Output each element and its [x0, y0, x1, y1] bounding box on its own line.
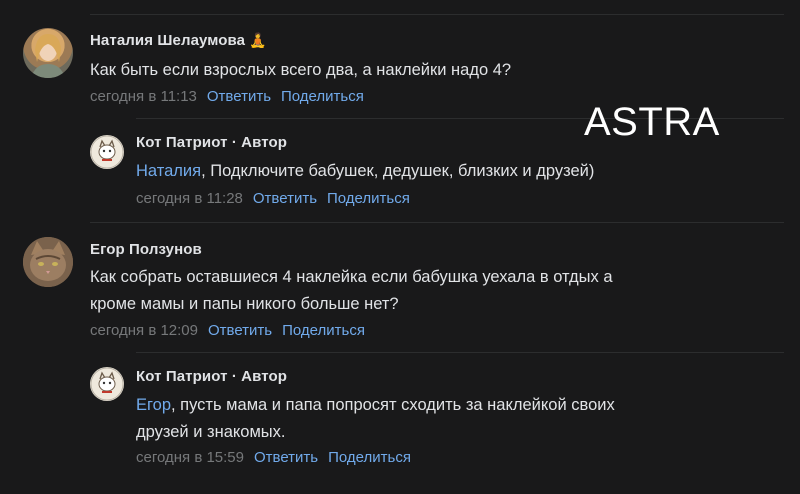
share-button[interactable]: Поделиться: [328, 449, 411, 466]
author-name[interactable]: Егор Ползунов: [90, 241, 202, 258]
cat-photo-icon: [23, 237, 73, 287]
author-avatar[interactable]: [90, 135, 124, 169]
comment-meta: сегодня в 11:28 Ответить Поделиться: [136, 190, 410, 207]
comment-time[interactable]: сегодня в 11:28: [136, 190, 243, 207]
reply-button[interactable]: Ответить: [208, 322, 272, 339]
comment-time[interactable]: сегодня в 12:09: [90, 322, 198, 339]
comment-text-line: Как собрать оставшиеся 4 наклейка если б…: [90, 268, 613, 286]
comment-author[interactable]: Кот Патриот · Автор: [136, 134, 287, 151]
comment-meta: сегодня в 15:59 Ответить Поделиться: [136, 449, 411, 466]
avatar[interactable]: [23, 28, 73, 78]
mention-link[interactable]: Егор: [136, 396, 171, 414]
comment-text: Как быть если взрослых всего два, а накл…: [90, 57, 511, 84]
cat-logo-icon: [90, 135, 124, 169]
comment-text-content: Как быть если взрослых всего два, а накл…: [90, 61, 512, 79]
comment-text-line: кроме мамы и папы никого больше нет?: [90, 295, 399, 313]
avatar[interactable]: [23, 237, 73, 287]
reply-button[interactable]: Ответить: [207, 88, 271, 105]
comment-meta: сегодня в 12:09 Ответить Поделиться: [90, 322, 365, 339]
meditation-emoji-icon: 🧘: [249, 32, 267, 48]
author-name[interactable]: Кот Патриот · Автор: [136, 368, 287, 385]
comment-time[interactable]: сегодня в 11:13: [90, 88, 197, 105]
comment-text-line: друзей и знакомых.: [136, 423, 286, 441]
comment-text: Наталия, Подключите бабушек, дедушек, бл…: [136, 158, 594, 185]
comment-time[interactable]: сегодня в 15:59: [136, 449, 244, 466]
watermark-text: ASTRA: [584, 100, 720, 144]
comment-author[interactable]: Егор Ползунов: [90, 241, 202, 258]
share-button[interactable]: Поделиться: [327, 190, 410, 207]
user-photo-icon: [31, 34, 65, 78]
mention-link[interactable]: Наталия: [136, 162, 201, 180]
share-button[interactable]: Поделиться: [281, 88, 364, 105]
cat-logo-icon: [90, 367, 124, 401]
comment-text-content: , Подключите бабушек, дедушек, близких и…: [201, 162, 595, 180]
share-button[interactable]: Поделиться: [282, 322, 365, 339]
comment-meta: сегодня в 11:13 Ответить Поделиться: [90, 88, 364, 105]
reply-button[interactable]: Ответить: [253, 190, 317, 207]
comment-reply: Кот Патриот · Автор Егор, пусть мама и п…: [0, 352, 800, 494]
comment-text: Егор, пусть мама и папа попросят сходить…: [136, 392, 615, 446]
comment-author[interactable]: Кот Патриот · Автор: [136, 368, 287, 385]
reply-button[interactable]: Ответить: [254, 449, 318, 466]
comment-author[interactable]: Наталия Шелаумова 🧘: [90, 32, 267, 49]
author-name[interactable]: Наталия Шелаумова: [90, 32, 245, 49]
author-avatar[interactable]: [90, 367, 124, 401]
comment-text: Как собрать оставшиеся 4 наклейка если б…: [90, 264, 613, 318]
comment-text-line: , пусть мама и папа попросят сходить за …: [171, 396, 615, 414]
author-name[interactable]: Кот Патриот · Автор: [136, 134, 287, 151]
comment-item: Егор Ползунов Как собрать оставшиеся 4 н…: [0, 222, 800, 352]
